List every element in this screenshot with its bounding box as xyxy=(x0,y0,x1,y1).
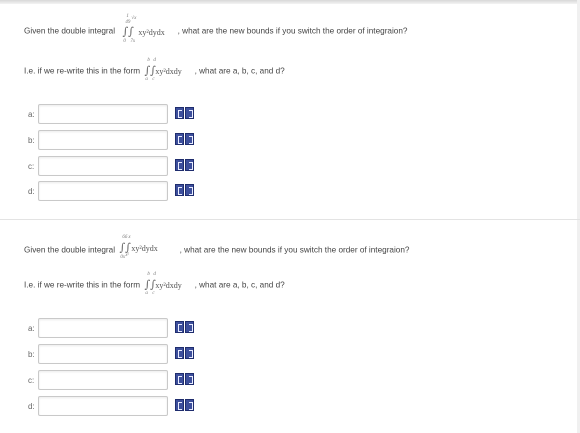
input-tools xyxy=(175,347,195,365)
equation-editor-icon[interactable] xyxy=(175,107,184,119)
field-label: b: xyxy=(28,350,35,359)
integral-sign-icon: ∫∫ xyxy=(144,64,156,77)
question-divider xyxy=(0,219,580,220)
help-icon[interactable] xyxy=(185,399,194,411)
equation-editor-icon[interactable] xyxy=(175,159,184,171)
answer-input-d[interactable] xyxy=(38,181,168,201)
hint-line: I.e. if we re-write this in the form b d… xyxy=(24,272,285,297)
outer-lower-bound: 0 xyxy=(123,39,126,44)
inner-upper-bound: x xyxy=(128,235,131,240)
prompt-text-post: , what are the new bounds if you switch … xyxy=(177,26,408,36)
prompt-text-pre: Given the double integral xyxy=(24,245,116,255)
help-icon[interactable] xyxy=(185,184,194,196)
hint-text-pre: I.e. if we re-write this in the form xyxy=(24,66,141,76)
form-a: a xyxy=(145,77,148,82)
form-integrand: xy²dxdy xyxy=(155,281,182,290)
form-b: b xyxy=(147,58,150,63)
answer-row-b: b: xyxy=(0,130,580,152)
input-tools xyxy=(175,399,195,417)
integrand: xy²dydx xyxy=(138,28,165,37)
integrand: xy²dydx xyxy=(131,244,158,253)
form-c: c xyxy=(152,291,155,296)
field-label: d: xyxy=(28,187,35,196)
form-d: d xyxy=(153,272,156,277)
outer-upper-bound: 1 xyxy=(126,14,129,19)
answer-input-d[interactable] xyxy=(38,396,168,416)
answer-input-a[interactable] xyxy=(38,104,168,124)
question-prompt: Given the double integral 66 x ∫∫ xy²dyd… xyxy=(24,235,410,264)
hint-line: I.e. if we re-write this in the form b d… xyxy=(24,58,285,83)
hint-text-post: , what are a, b, c, and d? xyxy=(194,280,285,290)
prompt-text-post: , what are the new bounds if you switch … xyxy=(179,245,410,255)
form-a: a xyxy=(145,291,148,296)
equation-editor-icon[interactable] xyxy=(175,321,184,333)
double-integral-expression: 66 x ∫∫ xy²dydx 0x x² xyxy=(117,235,177,264)
input-tools xyxy=(175,184,195,202)
field-label: b: xyxy=(28,136,35,145)
answer-input-c[interactable] xyxy=(38,370,168,390)
inner-lower-bound: x² xyxy=(125,253,130,258)
equation-editor-icon[interactable] xyxy=(175,184,184,196)
form-b: b xyxy=(147,272,150,277)
answer-row-c: c: xyxy=(0,370,580,392)
field-label: d: xyxy=(28,402,35,411)
form-d: d xyxy=(153,58,156,63)
help-icon[interactable] xyxy=(185,133,194,145)
equation-editor-icon[interactable] xyxy=(175,373,184,385)
help-icon[interactable] xyxy=(185,107,194,119)
answer-row-a: a: xyxy=(0,104,580,126)
equation-editor-icon[interactable] xyxy=(175,399,184,411)
answer-row-b: b: xyxy=(0,344,580,366)
hint-text-post: , what are a, b, c, and d? xyxy=(194,66,285,76)
answer-input-b[interactable] xyxy=(38,344,168,364)
help-icon[interactable] xyxy=(185,159,194,171)
top-bar xyxy=(0,0,580,4)
general-form-expression: b d ∫∫ xy²dxdy a c xyxy=(142,272,192,297)
field-label: a: xyxy=(28,110,35,119)
answer-row-d: d: xyxy=(0,181,580,203)
answer-input-b[interactable] xyxy=(38,130,168,150)
form-integrand: xy²dxdy xyxy=(155,67,182,76)
field-label: c: xyxy=(28,162,35,171)
double-integral-expression: 1 49 √x ∫∫ xy²dydx 0 7x xyxy=(117,14,175,46)
answer-row-d: d: xyxy=(0,396,580,418)
equation-editor-icon[interactable] xyxy=(175,133,184,145)
question-prompt: Given the double integral 1 49 √x ∫∫ xy²… xyxy=(24,14,408,46)
hint-text-pre: I.e. if we re-write this in the form xyxy=(24,280,141,290)
help-icon[interactable] xyxy=(185,321,194,333)
input-tools xyxy=(175,373,195,391)
field-label: c: xyxy=(28,376,35,385)
input-tools xyxy=(175,133,195,151)
inner-lower-bound: 7x xyxy=(130,39,136,44)
inner-upper-bound: √x xyxy=(131,16,137,21)
integral-sign-icon: ∫∫ xyxy=(144,278,156,291)
help-icon[interactable] xyxy=(185,373,194,385)
help-icon[interactable] xyxy=(185,347,194,359)
outer-upper-bound: 66 xyxy=(122,235,128,240)
prompt-text-pre: Given the double integral xyxy=(24,26,116,36)
field-label: a: xyxy=(28,324,35,333)
input-tools xyxy=(175,321,195,339)
answer-row-c: c: xyxy=(0,156,580,178)
answer-input-a[interactable] xyxy=(38,318,168,338)
equation-editor-icon[interactable] xyxy=(175,347,184,359)
answer-row-a: a: xyxy=(0,318,580,340)
form-c: c xyxy=(152,77,155,82)
integral-sign-icon: ∫∫ xyxy=(122,25,134,38)
input-tools xyxy=(175,107,195,125)
answer-input-c[interactable] xyxy=(38,156,168,176)
input-tools xyxy=(175,159,195,177)
general-form-expression: b d ∫∫ xy²dxdy a c xyxy=(142,58,192,83)
